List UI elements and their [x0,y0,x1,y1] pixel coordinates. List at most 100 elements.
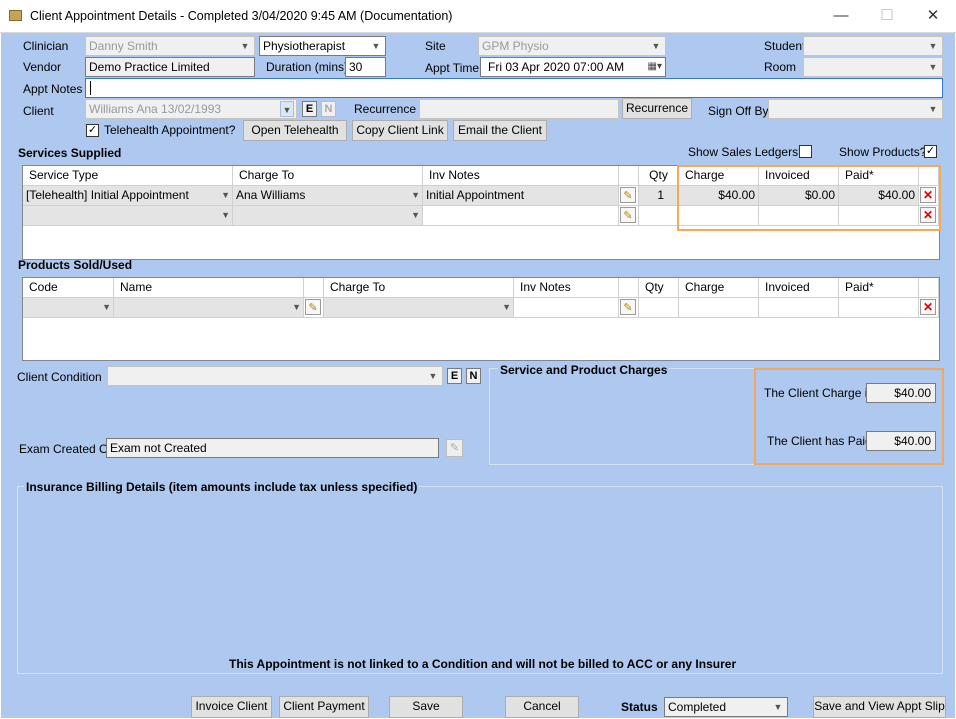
service-type-value: [Telehealth] Initial Appointment [26,188,189,202]
chevron-down-icon: ▼ [502,302,511,312]
col-header-charge-to: Charge To [233,166,423,186]
col-header-qty: Qty [639,166,679,186]
title-bar: Client Appointment Details - Completed 3… [0,0,956,33]
vendor-field: Demo Practice Limited [85,57,255,77]
maximize-button[interactable]: ☐ [864,0,910,32]
qty-cell[interactable] [639,206,679,226]
inv-notes-cell[interactable] [514,298,619,318]
col-header-inv-notes: Inv Notes [514,278,619,298]
chevron-down-icon: ▼ [221,190,230,200]
sign-off-dropdown[interactable]: ▼ [768,99,943,119]
chevron-down-icon: ▼ [651,41,661,51]
invoice-client-button[interactable]: Invoice Client [191,696,272,718]
status-dropdown[interactable]: Completed ▼ [664,697,788,717]
status-label: Status [621,700,658,714]
client-value: Williams Ana 13/02/1993 [89,102,222,116]
cancel-button[interactable]: Cancel [505,696,579,718]
pencil-icon[interactable]: ✎ [620,207,636,223]
clinician-dropdown[interactable]: Danny Smith ▼ [85,36,255,56]
appt-time-picker[interactable]: Fri 03 Apr 2020 07:00 AM ▦▾ [480,57,666,77]
charges-title: Service and Product Charges [498,363,670,377]
status-value: Completed [668,700,727,714]
service-type-cell[interactable]: [Telehealth] Initial Appointment ▼ [23,186,233,206]
inv-notes-cell[interactable]: Initial Appointment [423,186,619,206]
room-label: Room [764,60,797,74]
appt-time-value: Fri 03 Apr 2020 07:00 AM [488,60,625,74]
col-header-code: Code [23,278,114,298]
highlight-charges-box [677,165,941,231]
chevron-down-icon: ▼ [773,702,783,712]
charge-to-cell[interactable]: ▼ [324,298,514,318]
site-dropdown[interactable]: GPM Physio ▼ [478,36,666,56]
pencil-icon[interactable]: ✎ [620,299,636,315]
telehealth-checkbox[interactable]: ✓ [86,124,99,137]
service-type-cell[interactable]: ▼ [23,206,233,226]
clinician-label: Clinician [23,39,69,53]
name-cell[interactable]: ▼ [114,298,304,318]
charge-to-cell[interactable]: ▼ [233,206,423,226]
pencil-icon[interactable]: ✎ [305,299,321,315]
charge-to-cell[interactable]: Ana Williams ▼ [233,186,423,206]
open-telehealth-button[interactable]: Open Telehealth [243,120,347,141]
col-header-invoiced: Invoiced [759,278,839,298]
minimize-button[interactable]: — [818,0,864,32]
form-body: Clinician Danny Smith ▼ Physiotherapist ▼ … [1,33,955,718]
telehealth-label: Telehealth Appointment? [104,123,236,137]
chevron-down-icon: ▼ [928,41,938,51]
code-cell[interactable]: ▼ [23,298,114,318]
charge-to-value: Ana Williams [236,188,306,202]
profession-dropdown[interactable]: Physiotherapist ▼ [259,36,386,56]
recurrence-button[interactable]: Recurrence [622,98,692,119]
save-view-appt-slip-button[interactable]: Save and View Appt Slip [813,696,946,718]
chevron-down-icon: ▼ [411,190,420,200]
chevron-down-icon: ▼ [280,101,294,117]
charge-cell[interactable] [679,298,759,318]
duration-input[interactable]: 30 [345,57,386,77]
room-dropdown[interactable]: ▼ [803,57,943,77]
appt-time-label: Appt Time [425,61,480,75]
recurrence-field [419,99,619,119]
site-value: GPM Physio [482,39,549,53]
products-grid: Code Name Charge To Inv Notes Qty Charge… [22,277,940,361]
client-condition-dropdown[interactable]: ▼ [107,366,443,386]
col-header-paid: Paid* [839,278,919,298]
chevron-down-icon: ▼ [928,62,938,72]
client-dropdown[interactable]: Williams Ana 13/02/1993 ▼ [85,99,297,119]
products-title: Products Sold/Used [18,258,133,272]
client-edit-button[interactable]: E [302,101,317,117]
recurrence-label: Recurrence [354,102,417,116]
copy-client-link-button[interactable]: Copy Client Link [352,120,448,141]
student-dropdown[interactable]: ▼ [803,36,943,56]
insurance-title: Insurance Billing Details (item amounts … [24,480,420,494]
window-title: Client Appointment Details - Completed 3… [30,9,453,23]
delete-x-icon[interactable]: ✕ [920,299,936,315]
appt-notes-label: Appt Notes [23,82,83,96]
text-cursor [90,81,91,95]
show-sales-ledgers-label: Show Sales Ledgers? [688,145,805,159]
insurance-note: This Appointment is not linked to a Cond… [229,657,737,671]
pencil-icon[interactable]: ✎ [620,187,636,203]
email-client-button[interactable]: Email the Client [453,120,547,141]
condition-edit-button[interactable]: E [447,368,462,384]
insurance-panel [17,486,943,674]
col-header-charge-to: Charge To [324,278,514,298]
appt-notes-input[interactable] [85,78,943,98]
save-button[interactable]: Save [389,696,463,718]
highlight-totals-box [754,368,944,465]
inv-notes-cell[interactable] [423,206,619,226]
chevron-down-icon: ▼ [240,41,250,51]
show-sales-ledgers-checkbox[interactable] [799,145,812,158]
pencil-icon[interactable]: ✎ [446,439,463,457]
col-header-edit [619,278,639,298]
qty-cell[interactable] [639,298,679,318]
col-header-charge: Charge [679,278,759,298]
chevron-down-icon: ▼ [411,210,420,220]
close-button[interactable]: ✕ [910,0,956,32]
client-new-button[interactable]: N [321,101,336,117]
qty-cell[interactable]: 1 [639,186,679,206]
calendar-icon[interactable]: ▦▾ [648,60,662,74]
show-products-checkbox[interactable]: ✓ [924,145,937,158]
client-payment-button[interactable]: Client Payment [279,696,369,718]
condition-new-button[interactable]: N [466,368,481,384]
name-edit-cell: ✎ [304,298,324,318]
